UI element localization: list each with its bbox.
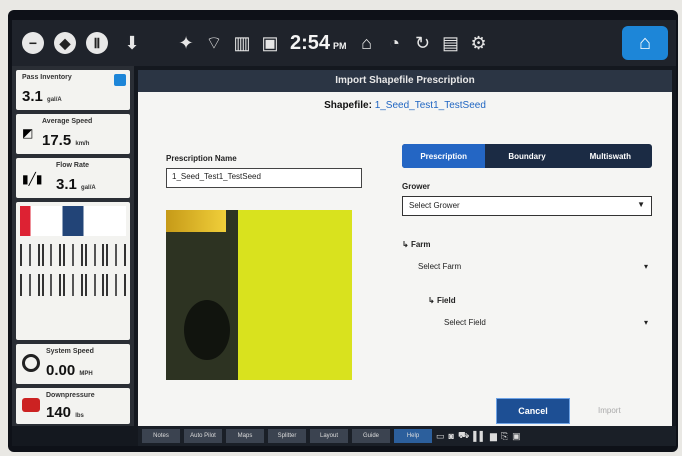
diamond-button[interactable]: ◆ bbox=[54, 32, 76, 54]
tile-value: 17.5 km/h bbox=[42, 132, 90, 149]
download-icon[interactable]: ⬇ bbox=[118, 33, 146, 54]
planter-icon[interactable]: ⚙ bbox=[465, 33, 493, 54]
row-unit bbox=[84, 244, 105, 266]
tile-label: Pass Inventory bbox=[22, 74, 72, 81]
tab-multiswath[interactable]: Multiswath bbox=[569, 144, 652, 168]
camera-icon: ◙ bbox=[448, 431, 454, 441]
tile-value: 140 lbs bbox=[46, 404, 84, 421]
left-metrics-panel: Pass Inventory 3.1 gal/A ◩ Average Speed… bbox=[12, 66, 134, 426]
chevron-down-icon: ▼ bbox=[637, 200, 645, 209]
gps-icon[interactable]: ✦ bbox=[172, 33, 200, 54]
row-unit bbox=[41, 274, 62, 296]
link-arrow-icon: ↳ bbox=[402, 240, 411, 249]
settings-icon[interactable] bbox=[114, 74, 126, 86]
tank-icon: ▮╱▮ bbox=[22, 172, 43, 186]
row-unit bbox=[106, 244, 126, 266]
field-value: Select Field bbox=[444, 318, 486, 327]
signal-icon[interactable]: ⌔ bbox=[200, 32, 228, 55]
tile-label: Downpressure bbox=[46, 392, 95, 399]
refresh-icon[interactable]: ↻ bbox=[409, 33, 437, 54]
import-button[interactable]: Import bbox=[598, 406, 621, 415]
tile-system-speed[interactable]: System Speed 0.00 MPH bbox=[16, 344, 130, 384]
camera-icon[interactable]: ▣ bbox=[256, 33, 284, 54]
bottom-button-maps[interactable]: Maps bbox=[226, 429, 264, 443]
pause-button[interactable]: Ⅱ bbox=[86, 32, 108, 54]
row-unit bbox=[20, 244, 40, 266]
building-icon[interactable]: ⌂ bbox=[353, 33, 381, 54]
row-unit bbox=[63, 244, 83, 266]
clock: 2:54 PM bbox=[290, 31, 347, 54]
gauge-icon[interactable]: ◔ bbox=[381, 33, 409, 54]
tile-label: Average Speed bbox=[42, 118, 93, 125]
top-status-bar: − ◆ Ⅱ ⬇ ✦ ⌔ ▥ ▣ 2:54 PM ⌂ ◔ ↻ ▤ ⚙ ⌂ bbox=[12, 20, 676, 66]
speed-icon: ◩ bbox=[22, 126, 34, 140]
field-label: ↳ Field bbox=[428, 296, 456, 305]
link-arrow-icon: ↳ bbox=[428, 296, 437, 305]
grower-value: Select Grower bbox=[409, 201, 460, 210]
prescription-name-input[interactable]: 1_Seed_Test1_TestSeed bbox=[166, 168, 362, 188]
prescription-name-label: Prescription Name bbox=[166, 154, 237, 163]
levels-icon[interactable]: ▤ bbox=[437, 33, 465, 54]
usb-icon: ⎘ bbox=[500, 430, 509, 441]
folder-icon: ▆ bbox=[490, 430, 497, 441]
tractor-icon: ⛟ bbox=[457, 430, 470, 440]
tile-value: 3.1 gal/A bbox=[56, 176, 96, 193]
map-zone-orange bbox=[166, 210, 226, 232]
tab-bar: Prescription Boundary Multiswath bbox=[402, 144, 652, 168]
farm-label: ↳ Farm bbox=[402, 240, 431, 249]
bottom-button-help[interactable]: Help bbox=[394, 429, 432, 443]
tile-flow-rate[interactable]: ▮╱▮ Flow Rate 3.1 gal/A bbox=[16, 158, 130, 198]
row-unit bbox=[20, 274, 40, 296]
bottom-button-notes[interactable]: Notes bbox=[142, 429, 180, 443]
signal-icon: ▌▌ bbox=[473, 431, 487, 441]
shapefile-value: 1_Seed_Test1_TestSeed bbox=[374, 100, 486, 111]
shapefile-label: Shapefile: bbox=[324, 100, 372, 111]
display-screen: − ◆ Ⅱ ⬇ ✦ ⌔ ▥ ▣ 2:54 PM ⌂ ◔ ↻ ▤ ⚙ ⌂ Pass … bbox=[12, 20, 676, 446]
tile-value: 3.1 gal/A bbox=[22, 88, 62, 105]
bottom-button-guide[interactable]: Guide bbox=[352, 429, 390, 443]
field-select[interactable]: Select Field ▾ bbox=[444, 318, 648, 327]
cancel-button[interactable]: Cancel bbox=[496, 398, 570, 424]
tile-average-speed[interactable]: ◩ Average Speed 17.5 km/h bbox=[16, 114, 130, 154]
row-unit bbox=[84, 274, 105, 296]
wheel-icon bbox=[22, 354, 40, 372]
tile-pass-inventory[interactable]: Pass Inventory 3.1 gal/A bbox=[16, 70, 130, 110]
row-units-bottom bbox=[16, 270, 130, 300]
row-status-strip bbox=[20, 206, 126, 236]
shapefile-line: Shapefile: 1_Seed_Test1_TestSeed bbox=[138, 100, 672, 111]
dialog-title: Import Shapefile Prescription bbox=[138, 70, 672, 92]
tile-value: 0.00 MPH bbox=[46, 362, 93, 379]
tile-label: System Speed bbox=[46, 348, 94, 355]
row-unit bbox=[106, 274, 126, 296]
row-unit-diagram[interactable] bbox=[16, 202, 130, 340]
row-unit bbox=[63, 274, 83, 296]
minus-button[interactable]: − bbox=[22, 32, 44, 54]
downpressure-icon bbox=[22, 398, 40, 412]
row-units-top bbox=[16, 240, 130, 270]
battery-icon: ▭ bbox=[436, 430, 445, 441]
bottom-button-layout[interactable]: Layout bbox=[310, 429, 348, 443]
farm-select[interactable]: Select Farm ▾ bbox=[418, 262, 648, 271]
tab-boundary[interactable]: Boundary bbox=[485, 144, 568, 168]
home-button[interactable]: ⌂ bbox=[622, 26, 668, 60]
chevron-down-icon: ▾ bbox=[643, 318, 648, 327]
tab-prescription[interactable]: Prescription bbox=[402, 144, 486, 168]
monitor-icon: ▣ bbox=[512, 430, 521, 441]
tile-label: Flow Rate bbox=[56, 162, 90, 169]
bottom-toolbar: Notes Auto Pilot Maps Splitter Layout Gu… bbox=[138, 426, 676, 446]
grid-icon[interactable]: ▥ bbox=[228, 33, 256, 54]
top-left-controls: − ◆ Ⅱ ⬇ bbox=[12, 32, 172, 54]
prescription-map-preview bbox=[166, 210, 352, 380]
grower-select[interactable]: Select Grower ▼ bbox=[402, 196, 652, 216]
tile-downpressure[interactable]: Downpressure 140 lbs bbox=[16, 388, 130, 424]
farm-value: Select Farm bbox=[418, 262, 462, 271]
bottom-button-splitter[interactable]: Splitter bbox=[268, 429, 306, 443]
import-dialog: Import Shapefile Prescription Shapefile:… bbox=[138, 70, 672, 426]
chevron-down-icon: ▾ bbox=[643, 262, 648, 271]
grower-label: Grower bbox=[402, 182, 431, 191]
bottom-button-autopilot[interactable]: Auto Pilot bbox=[184, 429, 222, 443]
row-unit bbox=[41, 244, 62, 266]
map-zone-black bbox=[184, 300, 230, 360]
